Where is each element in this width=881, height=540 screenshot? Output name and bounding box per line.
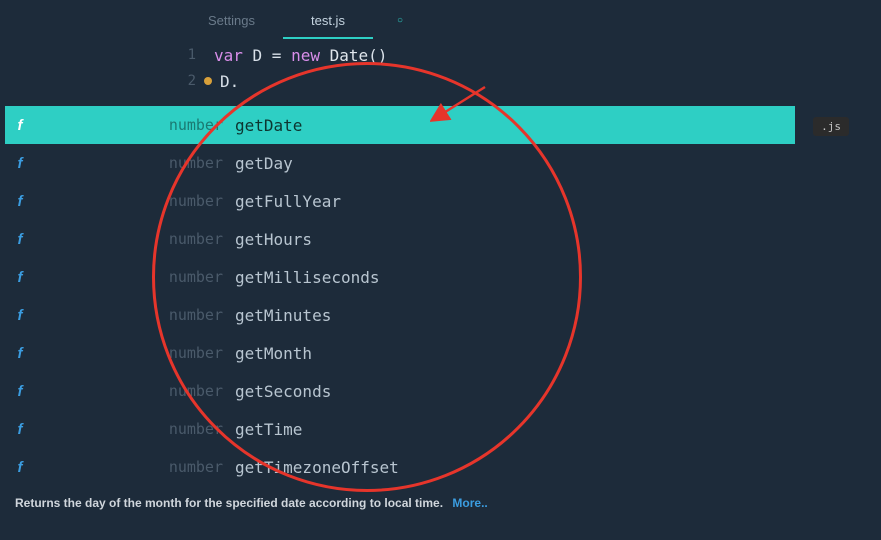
code-editor[interactable]: 1 var D = new Date() 2 D.: [0, 40, 881, 94]
function-icon: f: [5, 421, 35, 438]
method-name: getTimezoneOffset: [235, 458, 399, 477]
method-name: getMinutes: [235, 306, 331, 325]
code-text: var D = new Date(): [196, 46, 387, 65]
method-name: getTime: [235, 420, 302, 439]
method-name: getDate: [235, 116, 302, 135]
return-type: number: [35, 420, 235, 438]
method-name: getMilliseconds: [235, 268, 380, 287]
return-type: number: [35, 268, 235, 286]
doc-text: Returns the day of the month for the spe…: [15, 496, 443, 510]
code-text: D.: [210, 72, 239, 91]
function-icon: f: [5, 117, 35, 134]
tab-active-file[interactable]: test.js: [283, 3, 373, 38]
tab-settings[interactable]: Settings: [180, 3, 283, 38]
autocomplete-item[interactable]: f number getHours: [5, 220, 795, 258]
method-name: getFullYear: [235, 192, 341, 211]
return-type: number: [35, 344, 235, 362]
return-type: number: [35, 116, 235, 134]
return-type: number: [35, 192, 235, 210]
autocomplete-item[interactable]: f number getTimezoneOffset: [5, 448, 795, 486]
return-type: number: [35, 458, 235, 476]
autocomplete-item[interactable]: f number getSeconds: [5, 372, 795, 410]
method-name: getSeconds: [235, 382, 331, 401]
return-type: number: [35, 230, 235, 248]
method-name: getMonth: [235, 344, 312, 363]
return-type: number: [35, 306, 235, 324]
tab-bar: Settings test.js ○: [0, 0, 881, 40]
line-number: 2: [170, 73, 196, 89]
doc-hint-bar: Returns the day of the month for the spe…: [5, 489, 795, 517]
doc-more-link[interactable]: More..: [452, 496, 487, 510]
return-type: number: [35, 154, 235, 172]
autocomplete-item[interactable]: f number getMinutes: [5, 296, 795, 334]
autocomplete-item[interactable]: f number getFullYear: [5, 182, 795, 220]
function-icon: f: [5, 269, 35, 286]
code-line: 2 D.: [0, 68, 881, 94]
method-name: getHours: [235, 230, 312, 249]
autocomplete-item[interactable]: f number getDate: [5, 106, 795, 144]
function-icon: f: [5, 155, 35, 172]
file-type-badge: .js: [813, 117, 849, 136]
line-number: 1: [170, 47, 196, 63]
autocomplete-item[interactable]: f number getDay: [5, 144, 795, 182]
code-line: 1 var D = new Date(): [0, 42, 881, 68]
function-icon: f: [5, 193, 35, 210]
autocomplete-item[interactable]: f number getMilliseconds: [5, 258, 795, 296]
autocomplete-item[interactable]: f number getTime: [5, 410, 795, 448]
function-icon: f: [5, 307, 35, 324]
function-icon: f: [5, 231, 35, 248]
tab-unsaved-icon: ○: [397, 15, 403, 26]
return-type: number: [35, 382, 235, 400]
method-name: getDay: [235, 154, 293, 173]
autocomplete-item[interactable]: f number getMonth: [5, 334, 795, 372]
autocomplete-popup: f number getDate f number getDay f numbe…: [5, 106, 795, 486]
function-icon: f: [5, 345, 35, 362]
function-icon: f: [5, 459, 35, 476]
function-icon: f: [5, 383, 35, 400]
